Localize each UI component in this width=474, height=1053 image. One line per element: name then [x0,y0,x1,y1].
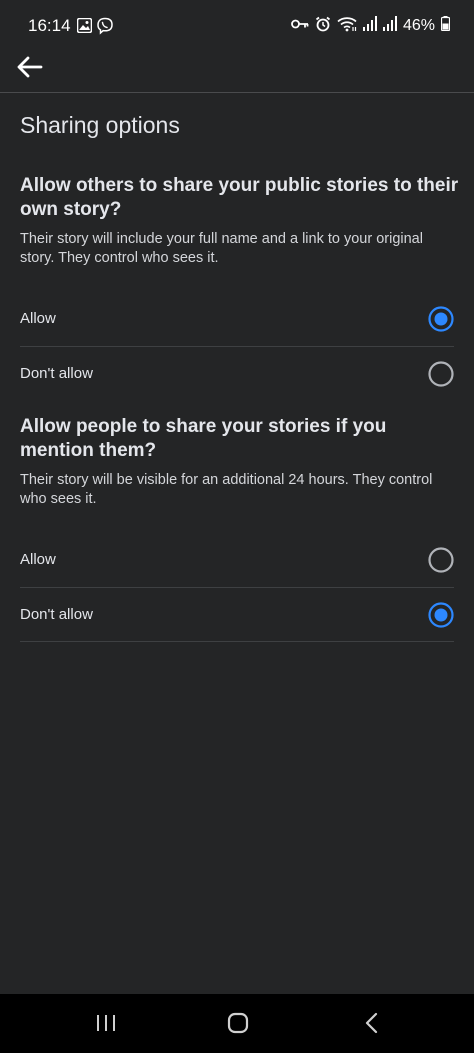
radio-selected-icon[interactable] [428,306,454,332]
status-bar: 16:14 46% [0,0,474,52]
option-allow-share-mentioned-stories[interactable]: Allow [20,533,454,587]
key-icon [291,17,309,35]
signal-icon [362,15,377,37]
home-icon [227,1012,249,1034]
radio-unselected-icon[interactable] [428,361,454,387]
wifi-icon [337,16,357,37]
recent-apps-button[interactable] [86,1008,126,1038]
viber-icon [96,17,114,40]
option-dont-allow-share-public-stories[interactable]: Don't allow [20,347,454,401]
option-label: Don't allow [20,606,93,623]
status-time: 16:14 [28,16,71,35]
alarm-icon [315,16,331,37]
page-title: Sharing options [20,112,180,138]
home-button[interactable] [218,1008,258,1038]
section-heading-share-public-stories: Allow others to share your public storie… [20,175,459,220]
gallery-icon [76,17,93,38]
back-nav-icon [365,1012,378,1034]
recent-apps-icon [97,1015,115,1031]
status-icons: 46% [291,15,451,37]
radio-unselected-icon[interactable] [428,547,454,573]
section-heading-share-mentioned-stories: Allow people to share your stories if yo… [20,416,387,461]
option-dont-allow-share-mentioned-stories[interactable]: Don't allow [20,588,454,642]
header-divider [0,92,474,93]
battery-icon [440,16,451,36]
system-nav-bar [0,994,474,1053]
option-divider [20,641,454,642]
option-label: Allow [20,310,56,327]
section-description-share-mentioned-stories: Their story will be visible for an addit… [20,472,433,507]
battery-percentage: 46% [402,17,435,34]
option-label: Allow [20,551,56,568]
option-label: Don't allow [20,365,93,382]
back-button[interactable] [12,50,46,84]
signal-icon [382,15,397,37]
arrow-left-icon [17,56,43,78]
option-allow-share-public-stories[interactable]: Allow [20,292,454,346]
section-description-share-public-stories: Their story will include your full name … [20,231,423,266]
screen: 16:14 46% Sharing options Allow others t… [0,0,474,1053]
radio-selected-icon[interactable] [428,602,454,628]
back-nav-button[interactable] [352,1008,392,1038]
